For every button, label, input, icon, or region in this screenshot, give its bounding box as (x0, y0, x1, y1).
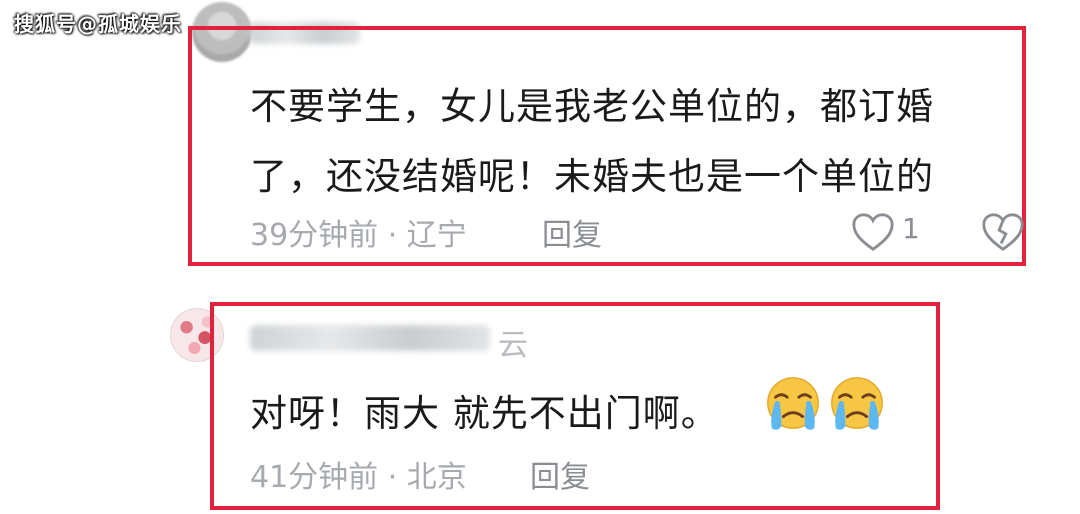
crying-face-icon (831, 377, 883, 430)
like-count: 1 (902, 212, 920, 245)
crying-face-icon (767, 377, 819, 430)
watermark: 搜狐号@孤城娱乐 (14, 12, 182, 36)
broken-heart-icon[interactable] (980, 210, 1026, 254)
comment-meta: 39分钟前 · 辽宁 (250, 218, 467, 253)
heart-icon[interactable] (850, 210, 896, 254)
reply-button[interactable]: 回复 (542, 210, 602, 254)
reply-button[interactable]: 回复 (530, 452, 590, 496)
comment-text-line: 不要学生，女儿是我老公单位的，都订婚 (250, 85, 934, 128)
comment-text-line: 了，还没结婚呢！未婚夫也是一个单位的 (250, 155, 934, 198)
comment-meta: 41分钟前 · 北京 (250, 460, 467, 495)
comment-text-line: 对呀！雨大 就先不出门啊。 (250, 392, 719, 435)
